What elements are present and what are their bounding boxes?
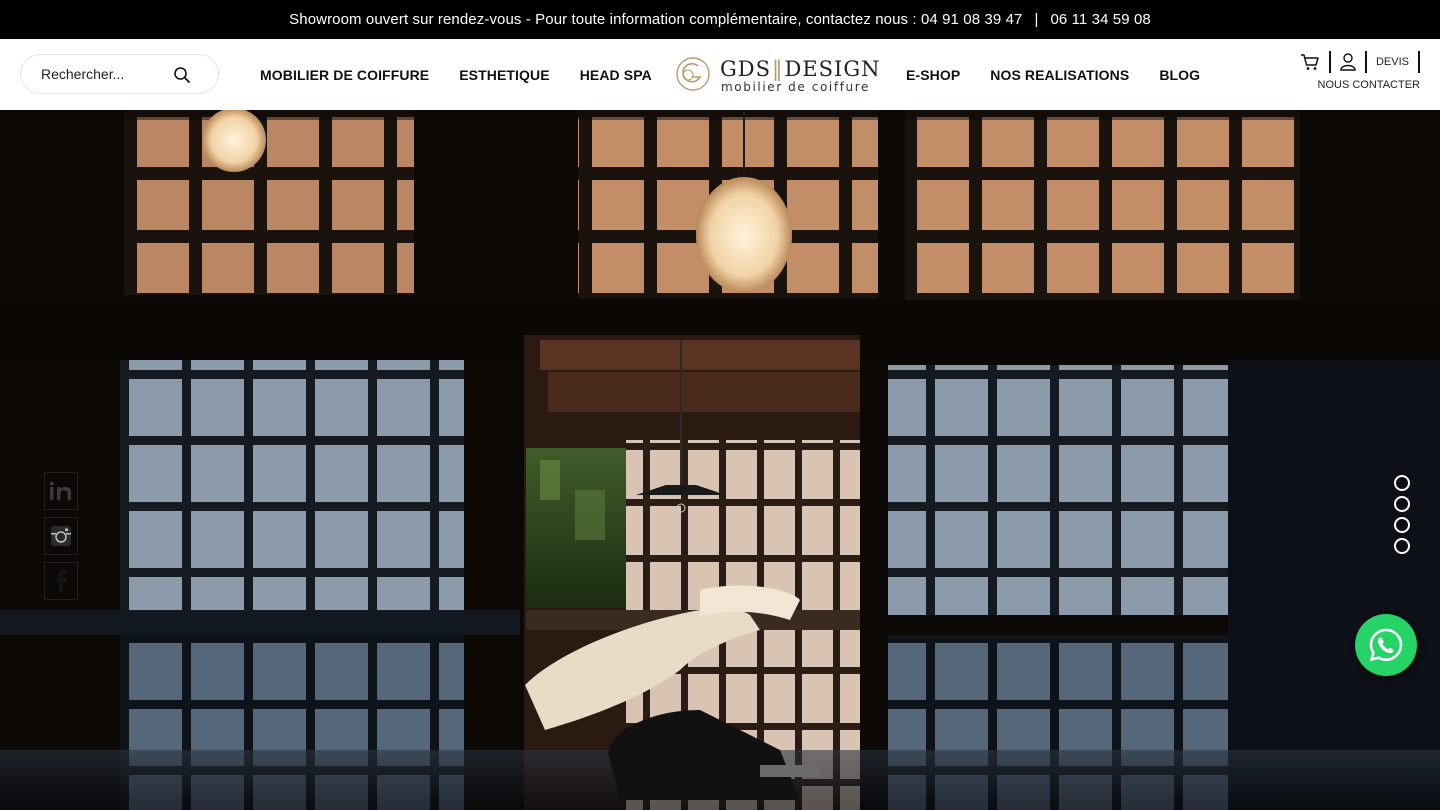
partial-social-icon [44,450,78,466]
cart-icon [1300,54,1319,70]
linkedin-link[interactable] [44,472,78,510]
announcement-separator: | [1034,11,1039,28]
slider-dot[interactable] [1394,517,1410,533]
announcement-bar: Showroom ouvert sur rendez-vous - Pour t… [0,0,1440,39]
logo-tagline: mobilier de coiffure [721,80,870,94]
hero-slider [0,110,1440,810]
slider-pagination [1394,475,1410,559]
instagram-link[interactable] [44,517,78,555]
slider-dot[interactable] [1394,538,1410,554]
slider-dot[interactable] [1394,475,1410,491]
cart-button[interactable] [1291,51,1331,73]
social-links [44,450,78,607]
logo-emblem-icon [676,57,710,91]
search-box [20,54,219,94]
slider-dot[interactable] [1394,496,1410,512]
facebook-icon [55,569,67,593]
hero-image [0,110,1440,810]
announcement-text: Showroom ouvert sur rendez-vous - Pour t… [289,11,1023,28]
search-icon[interactable] [173,66,191,84]
announcement-phone-2[interactable]: 06 11 34 59 08 [1050,11,1150,28]
instagram-icon [51,526,71,546]
nav-mobilier-de-coiffure[interactable]: MOBILIER DE COIFFURE [260,67,429,83]
whatsapp-icon [1369,628,1403,662]
site-header: MOBILIER DE COIFFURE ESTHETIQUE HEAD SPA… [0,39,1440,110]
nav-nos-realisations[interactable]: NOS REALISATIONS [990,67,1129,83]
facebook-link[interactable] [44,562,78,600]
account-button[interactable] [1331,51,1367,73]
whatsapp-button[interactable] [1355,614,1417,676]
contact-link[interactable]: NOUS CONTACTER [1318,79,1420,91]
site-logo[interactable]: GDS‖DESIGN mobilier de coiffure [674,52,881,96]
logo-wordmark: GDS‖DESIGN [720,57,881,81]
nav-e-shop[interactable]: E-SHOP [906,67,960,83]
nav-esthetique[interactable]: ESTHETIQUE [459,67,549,83]
nav-head-spa[interactable]: HEAD SPA [580,67,652,83]
linkedin-icon [49,481,71,500]
devis-link[interactable]: DEVIS [1367,51,1420,73]
nav-blog[interactable]: BLOG [1159,67,1200,83]
header-utilities: DEVIS [1291,51,1420,73]
user-icon [1340,53,1356,71]
search-input[interactable] [41,66,161,82]
main-nav-left: MOBILIER DE COIFFURE ESTHETIQUE HEAD SPA [260,39,682,110]
main-nav-right: E-SHOP NOS REALISATIONS BLOG [906,39,1230,110]
